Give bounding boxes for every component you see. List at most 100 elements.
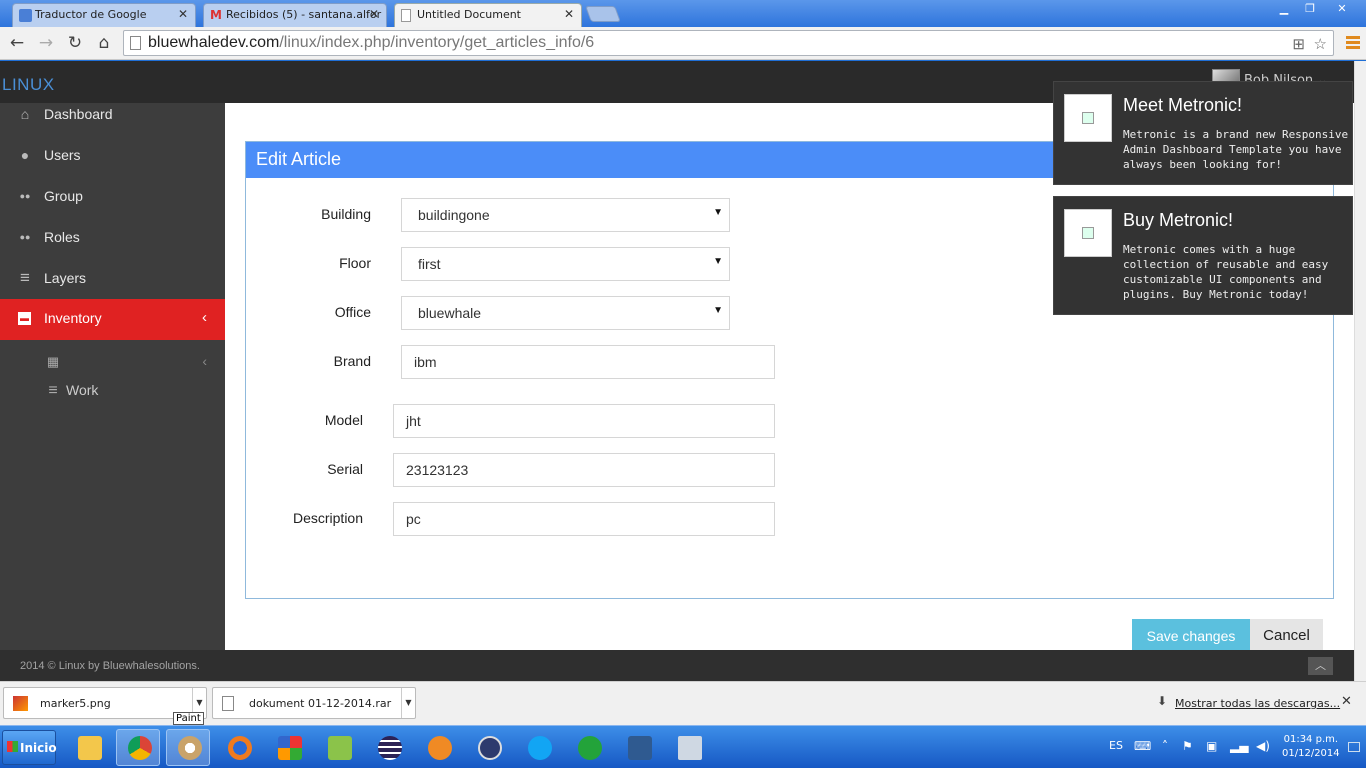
home-icon[interactable]: ⌂ (93, 33, 115, 53)
description-input[interactable]: pc (393, 502, 775, 536)
model-input[interactable]: jht (393, 404, 775, 438)
sidebar-item-users[interactable]: ● Users (0, 136, 225, 177)
roles-icon: ●● (19, 232, 31, 242)
tree-icon (628, 736, 652, 760)
network-icon[interactable]: ▂▄ (1230, 739, 1248, 753)
close-icon[interactable]: ✕ (369, 7, 379, 21)
user-icon: ● (20, 147, 30, 163)
eclipse-icon (378, 736, 402, 760)
tab-title: Untitled Document (417, 8, 521, 21)
device-icon[interactable]: ▣ (1206, 739, 1220, 753)
calculator-icon (678, 736, 702, 760)
sidebar-item-dashboard[interactable]: ⌂ Dashboard (0, 95, 225, 136)
sidebar-item-label: Group (44, 188, 83, 204)
office-label: Office (334, 304, 371, 320)
close-icon[interactable]: ✕ (1341, 694, 1352, 709)
sidebar-item-group[interactable]: ●● Group (0, 177, 225, 218)
page-scrollbar[interactable] (1354, 61, 1366, 681)
reload-icon[interactable]: ↻ (64, 33, 86, 53)
firefox-taskbar-button[interactable] (216, 729, 260, 766)
close-window-button[interactable]: ✕ (1325, 2, 1359, 17)
home-icon (428, 736, 452, 760)
sidebar-item-label: Users (44, 147, 81, 163)
show-desktop-button[interactable] (1348, 742, 1360, 752)
serial-value: 23123123 (406, 462, 469, 478)
show-all-downloads-link[interactable]: Mostrar todas las descargas... (1175, 697, 1340, 710)
sidebar-item-label: Dashboard (44, 106, 113, 122)
address-bar[interactable]: bluewhaledev.com/linux/index.php/invento… (123, 30, 1334, 56)
brand-input[interactable]: ibm (401, 345, 775, 379)
volume-icon[interactable]: ◀) (1256, 739, 1270, 753)
show-hidden-icons[interactable]: ˄ (1162, 739, 1176, 753)
cancel-button[interactable]: Cancel (1250, 619, 1323, 653)
camtasia-taskbar-button[interactable] (566, 729, 610, 766)
notepadpp-taskbar-button[interactable] (316, 729, 360, 766)
caret-down-icon[interactable]: ▼ (401, 688, 415, 718)
paint-taskbar-button[interactable] (166, 729, 210, 766)
google-translate-icon (19, 9, 32, 22)
close-icon[interactable]: ✕ (564, 7, 574, 21)
download-item[interactable]: dokument 01-12-2014.rar ▼ (212, 687, 416, 719)
minimize-button[interactable]: ▁ (1271, 2, 1297, 17)
network-taskbar-button[interactable] (616, 729, 660, 766)
scroll-to-top-button[interactable]: ︿ (1308, 657, 1333, 675)
explorer-taskbar-button[interactable] (66, 729, 110, 766)
broken-image-icon (1082, 112, 1094, 124)
sidebar-item-inventory[interactable]: ▬ Inventory ‹ (0, 299, 225, 340)
download-filename: marker5.png (40, 697, 111, 710)
star-icon[interactable]: ☆ (1314, 33, 1327, 57)
sidebar-item-roles[interactable]: ●● Roles (0, 218, 225, 259)
sidebar-subitem-building[interactable]: ▦ ‹ (0, 349, 225, 375)
chrome-taskbar-button[interactable] (116, 729, 160, 766)
translate-icon[interactable]: ⊞ (1292, 33, 1305, 57)
forward-icon[interactable]: → (35, 33, 57, 53)
download-filename: dokument 01-12-2014.rar (249, 697, 392, 710)
start-button[interactable]: Inicio (2, 730, 57, 765)
app-logo[interactable]: LINUX (2, 75, 55, 95)
chrome-menu-icon[interactable] (1346, 36, 1360, 50)
tab-untitled-document[interactable]: Untitled Document ✕ (394, 3, 582, 27)
sidebar-subitem-work[interactable]: ≡ Work (0, 377, 225, 403)
gmail-icon: M (210, 8, 222, 22)
notification-buy-metronic[interactable]: Buy Metronic! Metronic comes with a huge… (1053, 196, 1353, 315)
floor-label: Floor (339, 255, 371, 271)
flag-icon[interactable]: ⚑ (1182, 739, 1196, 753)
floor-value: first (418, 256, 441, 272)
windows-logo-icon (7, 741, 18, 752)
building-select[interactable]: buildingone ▼ (401, 198, 730, 232)
homegroup-taskbar-button[interactable] (416, 729, 460, 766)
list-icon: ≡ (20, 268, 30, 287)
back-icon[interactable]: ← (6, 33, 28, 53)
tab-gmail[interactable]: M Recibidos (5) - santana.alfor ✕ (203, 3, 387, 27)
calculator-taskbar-button[interactable] (666, 729, 710, 766)
sidebar-subitem-label: Work (66, 382, 99, 398)
tooltip: Paint (173, 712, 204, 725)
recorder-icon (578, 736, 602, 760)
maximize-button[interactable]: ❐ (1297, 2, 1323, 17)
eclipse-taskbar-button[interactable] (366, 729, 410, 766)
brand-value: ibm (414, 354, 437, 370)
taskbar: Inicio ES ⌨ ˄ ⚑ ▣ ▂▄ ◀) 01:34 p.m. 01/12… (0, 725, 1366, 768)
office-select[interactable]: bluewhale ▼ (401, 296, 730, 330)
clock-date: 01/12/2014 (1282, 748, 1340, 759)
skype-taskbar-button[interactable] (516, 729, 560, 766)
clock[interactable]: 01:34 p.m. 01/12/2014 (1282, 733, 1340, 761)
chevron-left-icon: ‹ (202, 353, 207, 369)
page-icon (130, 36, 141, 50)
serial-input[interactable]: 23123123 (393, 453, 775, 487)
floor-select[interactable]: first ▼ (401, 247, 730, 281)
avg-taskbar-button[interactable] (266, 729, 310, 766)
notification-meet-metronic[interactable]: Meet Metronic! Metronic is a brand new R… (1053, 81, 1353, 185)
page-footer: 2014 © Linux by Bluewhalesolutions. ︿ (0, 650, 1354, 681)
clock-time: 01:34 p.m. (1283, 734, 1339, 745)
save-changes-button[interactable]: Save changes (1132, 619, 1250, 653)
vpn-taskbar-button[interactable] (466, 729, 510, 766)
keyboard-icon[interactable]: ⌨ (1134, 739, 1151, 753)
close-icon[interactable]: ✕ (178, 7, 188, 21)
folder-icon (78, 736, 102, 760)
new-tab-button[interactable] (585, 6, 621, 22)
sidebar-item-layers[interactable]: ≡ Layers (0, 259, 225, 300)
language-indicator[interactable]: ES (1109, 739, 1123, 752)
tab-google-translate[interactable]: Traductor de Google ✕ (12, 3, 196, 27)
broken-image-icon (1082, 227, 1094, 239)
